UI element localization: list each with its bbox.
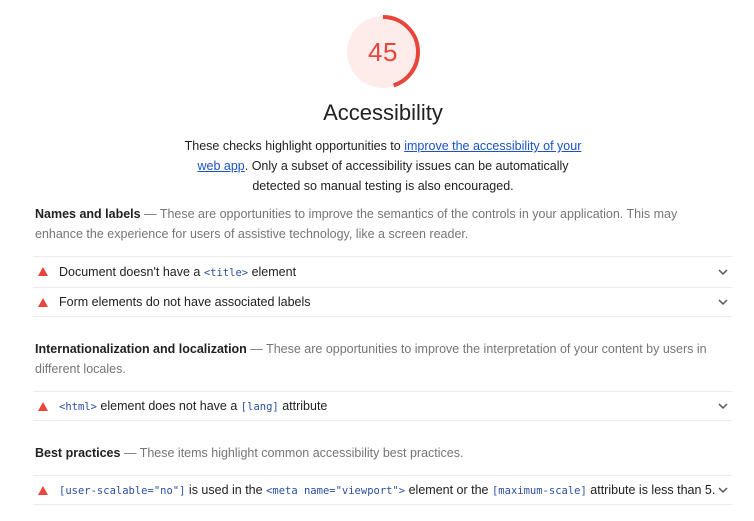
audit-text: element or the — [405, 483, 492, 497]
group-header-internationalization: Internationalization and localization — … — [35, 339, 725, 379]
red-triangle-icon — [38, 485, 48, 495]
group-title: Best practices — [35, 446, 121, 460]
audit-code: <meta name="viewport"> — [266, 485, 406, 497]
category-title: Accessibility — [323, 100, 443, 125]
lighthouse-accessibility-report: 45 Accessibility These checks highlight … — [0, 0, 754, 521]
red-triangle-icon — [38, 401, 48, 411]
audit-form-labels[interactable]: Form elements do not have associated lab… — [33, 287, 732, 317]
audit-text: is used in the — [185, 483, 267, 497]
audit-viewport-scalable[interactable]: [user-scalable="no"] is used in the <met… — [33, 475, 732, 505]
audit-title: <html> element does not have a [lang] at… — [59, 399, 716, 413]
audit-text: element — [248, 264, 297, 279]
audit-html-lang[interactable]: <html> element does not have a [lang] at… — [33, 391, 732, 421]
group-title: Names and labels — [35, 207, 141, 221]
group-description: These items highlight common accessibili… — [139, 446, 464, 460]
audit-code: [maximum-scale] — [491, 485, 587, 497]
red-triangle-icon — [38, 297, 48, 307]
audit-title: Document doesn't have a <title> element — [59, 265, 716, 279]
chevron-down-icon[interactable] — [716, 265, 730, 279]
group-title: Internationalization and localization — [35, 342, 247, 356]
audit-text: attribute is less than 5. — [586, 483, 716, 497]
audit-text: attribute — [278, 399, 328, 413]
score-gauge: 45 — [345, 14, 421, 90]
red-triangle-icon — [38, 267, 48, 276]
description-text-after: . Only a subset of accessibility issues … — [244, 159, 569, 193]
group-separator: — — [246, 342, 267, 356]
group-separator: — — [140, 207, 160, 221]
chevron-down-icon[interactable] — [716, 483, 730, 497]
audit-text: element does not have a — [96, 399, 241, 413]
audit-title: [user-scalable="no"] is used in the <met… — [59, 483, 716, 497]
chevron-down-icon[interactable] — [716, 295, 730, 309]
audit-title: Form elements do not have associated lab… — [59, 295, 311, 309]
score-value: 45 — [368, 36, 398, 67]
chevron-down-icon[interactable] — [716, 399, 730, 413]
description-text-before: These checks highlight opportunities to — [184, 139, 405, 153]
audit-code: <title> — [203, 266, 249, 279]
group-header-names-and-labels: Names and labels — These are opportuniti… — [35, 204, 725, 244]
audit-code: [user-scalable="no"] — [59, 485, 186, 497]
group-header-best-practices: Best practices — These items highlight c… — [35, 443, 725, 463]
category-description: These checks highlight opportunities to … — [183, 136, 583, 196]
audit-text: Document doesn't have a — [59, 264, 204, 279]
group-separator: — — [120, 446, 140, 460]
audit-document-title[interactable]: Document doesn't have a <title> element — [33, 256, 732, 286]
audit-code: [lang] — [240, 401, 279, 413]
audit-code: <html> — [59, 401, 97, 413]
